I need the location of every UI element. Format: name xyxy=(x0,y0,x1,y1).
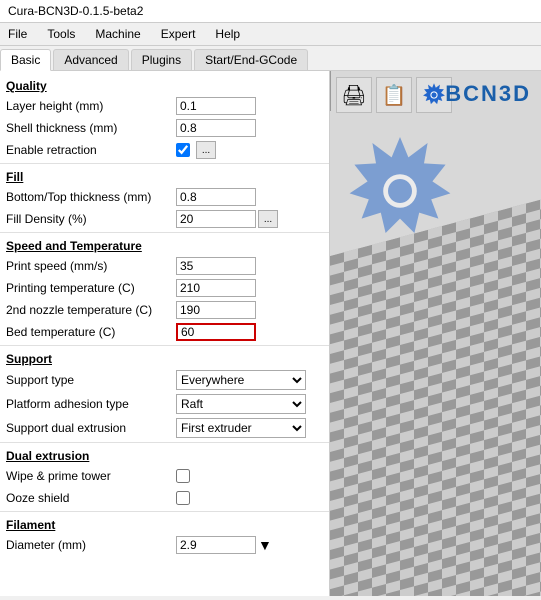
title-text: Cura-BCN3D-0.1.5-beta2 xyxy=(8,4,143,18)
menu-machine[interactable]: Machine xyxy=(91,25,144,43)
print-speed-row: Print speed (mm/s) xyxy=(0,255,329,277)
divider-1 xyxy=(0,163,329,164)
tab-advanced[interactable]: Advanced xyxy=(53,49,128,70)
tab-start-end-gcode[interactable]: Start/End-GCode xyxy=(194,49,308,70)
divider-4 xyxy=(0,442,329,443)
nozzle2-temp-label: 2nd nozzle temperature (C) xyxy=(6,303,176,317)
tab-plugins[interactable]: Plugins xyxy=(131,49,192,70)
diameter-row: Diameter (mm) ▼ xyxy=(0,534,329,556)
wipe-prime-row: Wipe & prime tower xyxy=(0,465,329,487)
section-quality-header: Quality xyxy=(0,75,329,95)
document-icon[interactable]: 📋 xyxy=(376,77,412,113)
shell-thickness-row: Shell thickness (mm) xyxy=(0,117,329,139)
wipe-prime-checkbox[interactable] xyxy=(176,469,190,483)
menu-expert[interactable]: Expert xyxy=(157,25,200,43)
bed-temp-input[interactable] xyxy=(176,323,256,341)
print-icon[interactable]: 🖨 xyxy=(336,77,372,113)
diameter-input[interactable] xyxy=(176,536,256,554)
ooze-shield-label: Ooze shield xyxy=(6,491,176,505)
retraction-dots-button[interactable]: ... xyxy=(196,141,216,159)
tab-basic[interactable]: Basic xyxy=(0,49,51,71)
layer-height-input[interactable] xyxy=(176,97,256,115)
printing-temp-input[interactable] xyxy=(176,279,256,297)
diameter-label: Diameter (mm) xyxy=(6,538,176,552)
platform-adhesion-label: Platform adhesion type xyxy=(6,397,176,411)
shell-thickness-label: Shell thickness (mm) xyxy=(6,121,176,135)
layer-height-row: Layer height (mm) xyxy=(0,95,329,117)
enable-retraction-row: Enable retraction ... xyxy=(0,139,329,161)
printing-temp-row: Printing temperature (C) xyxy=(0,277,329,299)
fill-density-input[interactable] xyxy=(176,210,256,228)
print-speed-label: Print speed (mm/s) xyxy=(6,259,176,273)
main-layout: Quality Layer height (mm) Shell thicknes… xyxy=(0,71,541,596)
divider-2 xyxy=(0,232,329,233)
shell-thickness-input[interactable] xyxy=(176,119,256,137)
bed-temp-row: Bed temperature (C) xyxy=(0,321,329,343)
fill-density-dots-button[interactable]: ... xyxy=(258,210,278,228)
section-fill-header: Fill xyxy=(0,166,329,186)
title-bar: Cura-BCN3D-0.1.5-beta2 xyxy=(0,0,541,23)
right-panel: 🖨 📋 BCN3D xyxy=(330,71,541,596)
bottom-top-thickness-input[interactable] xyxy=(176,188,256,206)
layer-height-label: Layer height (mm) xyxy=(6,99,176,113)
tab-bar: Basic Advanced Plugins Start/End-GCode xyxy=(0,46,541,71)
enable-retraction-checkbox[interactable] xyxy=(176,143,190,157)
platform-adhesion-row: Platform adhesion type Raft Brim None xyxy=(0,392,329,416)
wipe-prime-label: Wipe & prime tower xyxy=(6,469,176,483)
fill-density-row: Fill Density (%) ... xyxy=(0,208,329,230)
left-panel: Quality Layer height (mm) Shell thicknes… xyxy=(0,71,330,596)
print-speed-input[interactable] xyxy=(176,257,256,275)
bottom-top-thickness-label: Bottom/Top thickness (mm) xyxy=(6,190,176,204)
toolbar-icons: 🖨 📋 xyxy=(336,77,452,113)
bottom-top-thickness-row: Bottom/Top thickness (mm) xyxy=(0,186,329,208)
platform-adhesion-select[interactable]: Raft Brim None xyxy=(176,394,306,414)
support-dual-label: Support dual extrusion xyxy=(6,421,176,435)
scrollbar-thumb[interactable] xyxy=(330,71,331,111)
divider-3 xyxy=(0,345,329,346)
support-dual-select[interactable]: First extruder Second extruder Both xyxy=(176,418,306,438)
printing-temp-label: Printing temperature (C) xyxy=(6,281,176,295)
nozzle2-temp-input[interactable] xyxy=(176,301,256,319)
menu-tools[interactable]: Tools xyxy=(43,25,79,43)
checkerboard-floor xyxy=(330,196,541,596)
bed-temp-label: Bed temperature (C) xyxy=(6,325,176,339)
retraction-checkbox-group: ... xyxy=(176,141,216,159)
ooze-shield-checkbox[interactable] xyxy=(176,491,190,505)
ooze-shield-row: Ooze shield xyxy=(0,487,329,509)
enable-retraction-label: Enable retraction xyxy=(6,143,176,157)
section-filament-header: Filament xyxy=(0,514,329,534)
nozzle2-temp-row: 2nd nozzle temperature (C) xyxy=(0,299,329,321)
support-dual-row: Support dual extrusion First extruder Se… xyxy=(0,416,329,440)
menu-help[interactable]: Help xyxy=(211,25,244,43)
bcn3d-logo: BCN3D xyxy=(445,81,531,107)
support-type-row: Support type Everywhere Touching buildpl… xyxy=(0,368,329,392)
section-dual-header: Dual extrusion xyxy=(0,445,329,465)
section-speed-temp-header: Speed and Temperature xyxy=(0,235,329,255)
fill-density-label: Fill Density (%) xyxy=(6,212,176,226)
menu-file[interactable]: File xyxy=(4,25,31,43)
divider-5 xyxy=(0,511,329,512)
scroll-down-indicator: ▼ xyxy=(258,537,272,553)
support-type-label: Support type xyxy=(6,373,176,387)
section-support-header: Support xyxy=(0,348,329,368)
menu-bar: File Tools Machine Expert Help xyxy=(0,23,541,46)
support-type-select[interactable]: Everywhere Touching buildplate None xyxy=(176,370,306,390)
